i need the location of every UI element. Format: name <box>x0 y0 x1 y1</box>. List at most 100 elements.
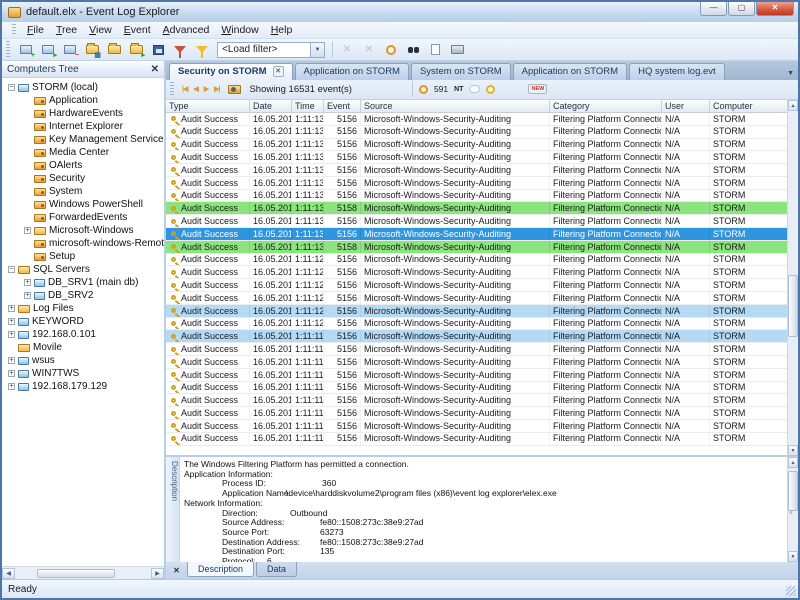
maximize-button[interactable]: ▢ <box>728 2 755 16</box>
column-header-type[interactable]: Type <box>166 100 250 112</box>
tree-item-sql-servers[interactable]: −SQL Servers <box>2 263 164 276</box>
tree-item-oalerts[interactable]: OAlerts <box>2 159 164 172</box>
tab-hq-system-log-evt[interactable]: HQ system log.evt <box>629 63 725 80</box>
last-event-button[interactable]: ▶| <box>211 85 222 93</box>
tree-expander-icon[interactable]: + <box>24 227 31 234</box>
tree-expander-icon[interactable]: + <box>8 305 15 312</box>
table-row[interactable]: Audit Success16.05.20121:11:135158Micros… <box>166 202 798 215</box>
table-row[interactable]: Audit Success16.05.20121:11:125156Micros… <box>166 305 798 318</box>
minimize-button[interactable]: — <box>700 2 727 16</box>
title-bar[interactable]: default.elx - Event Log Explorer — ▢ ✕ <box>2 2 798 22</box>
table-row[interactable]: Audit Success16.05.20121:11:135156Micros… <box>166 190 798 203</box>
tree-expander-icon[interactable]: − <box>8 84 15 91</box>
column-header-source[interactable]: Source <box>361 100 550 112</box>
tree-item-system[interactable]: System <box>2 185 164 198</box>
tree-item-security[interactable]: Security <box>2 172 164 185</box>
tree-item-movile[interactable]: Movile <box>2 341 164 354</box>
table-row[interactable]: Audit Success16.05.20121:11:115156Micros… <box>166 382 798 395</box>
column-header-date[interactable]: Date <box>250 100 292 112</box>
tab-list-dropdown-icon[interactable]: ▼ <box>787 70 794 77</box>
refresh-view-icon[interactable] <box>425 41 445 59</box>
tree-item-storm-local-[interactable]: −STORM (local) <box>2 81 164 94</box>
tree-item-key-management-service[interactable]: Key Management Service <box>2 133 164 146</box>
tree-item-microsoft-windows[interactable]: +Microsoft-Windows <box>2 224 164 237</box>
tree-item-microsoft-windows-remotedesktop[interactable]: microsoft-windows-RemoteDesktop <box>2 237 164 250</box>
tab-security-on-storm[interactable]: Security on STORM✕ <box>169 63 293 80</box>
vscroll-thumb[interactable] <box>788 275 798 337</box>
table-row[interactable]: Audit Success16.05.20121:11:125156Micros… <box>166 292 798 305</box>
bookmark-icon[interactable] <box>228 85 241 94</box>
tree-expander-icon[interactable]: + <box>8 318 15 325</box>
bottom-tab-description[interactable]: Description <box>187 562 254 577</box>
tree-expander-icon[interactable]: + <box>8 370 15 377</box>
desc-scroll-up-icon[interactable]: ▲ <box>788 457 798 468</box>
tree-item-media-center[interactable]: Media Center <box>2 146 164 159</box>
table-row[interactable]: Audit Success16.05.20121:11:135156Micros… <box>166 113 798 126</box>
add-log-computer-icon[interactable]: + <box>16 41 36 59</box>
column-header-category[interactable]: Category <box>550 100 662 112</box>
tab-close-icon[interactable]: ✕ <box>273 66 284 77</box>
prev-event-button[interactable]: ◀ <box>190 85 200 93</box>
table-row[interactable]: Audit Success16.05.20121:11:125156Micros… <box>166 279 798 292</box>
table-row[interactable]: Audit Success16.05.20121:11:135156Micros… <box>166 164 798 177</box>
load-filter-combobox[interactable]: <Load filter>▼ <box>217 42 325 58</box>
tree-item-db-srv2[interactable]: +DB_SRV2 <box>2 289 164 302</box>
hscroll-thumb[interactable] <box>37 569 115 578</box>
save-log-icon[interactable] <box>148 41 168 59</box>
tree-expander-icon[interactable]: + <box>24 292 31 299</box>
find-icon[interactable] <box>403 41 423 59</box>
clear-filter-icon[interactable] <box>170 41 190 59</box>
table-row[interactable]: Audit Success16.05.20121:11:115156Micros… <box>166 343 798 356</box>
grid-vscrollbar[interactable]: ▲ ▼ <box>787 100 798 456</box>
menu-item-file[interactable]: File <box>21 23 50 37</box>
close-button[interactable]: ✕ <box>756 2 794 16</box>
table-row[interactable]: Audit Success16.05.20121:11:125156Micros… <box>166 318 798 331</box>
table-row[interactable]: Audit Success16.05.20121:11:135156Micros… <box>166 151 798 164</box>
column-header-user[interactable]: User <box>662 100 710 112</box>
table-row[interactable]: Audit Success16.05.20121:11:115156Micros… <box>166 433 798 446</box>
table-row[interactable]: Audit Success16.05.20121:11:135156Micros… <box>166 215 798 228</box>
tree-expander-icon[interactable]: + <box>8 331 15 338</box>
table-row[interactable]: Audit Success16.05.20121:11:115156Micros… <box>166 356 798 369</box>
table-row[interactable]: Audit Success16.05.20121:11:125156Micros… <box>166 266 798 279</box>
table-row[interactable]: Audit Success16.05.20121:11:135156Micros… <box>166 126 798 139</box>
tree-item-keyword[interactable]: +KEYWORD <box>2 315 164 328</box>
bubble-icon[interactable] <box>469 85 480 93</box>
tree-hscrollbar[interactable]: ◀ ▶ <box>2 566 164 579</box>
clock-icon[interactable] <box>419 85 428 94</box>
menu-item-view[interactable]: View <box>83 23 118 37</box>
clock-plus-icon[interactable] <box>486 85 495 94</box>
next-event-button[interactable]: ▶ <box>201 85 211 93</box>
tab-application-on-storm[interactable]: Application on STORM <box>513 63 627 80</box>
tree-item-wsus[interactable]: +wsus <box>2 354 164 367</box>
tree-item-log-files[interactable]: +Log Files <box>2 302 164 315</box>
tree-item-192-168-0-101[interactable]: +192.168.0.101 <box>2 328 164 341</box>
tree-item-internet-explorer[interactable]: Internet Explorer <box>2 120 164 133</box>
resize-grip[interactable] <box>786 586 796 596</box>
open-log-file-icon[interactable]: ▦ <box>82 41 102 59</box>
tree-item-windows-powershell[interactable]: Windows PowerShell <box>2 198 164 211</box>
new-event-icon[interactable]: NEW <box>528 84 547 94</box>
scroll-right-icon[interactable]: ▶ <box>151 568 164 579</box>
table-row[interactable]: Audit Success16.05.20121:11:125156Micros… <box>166 254 798 267</box>
tree-item-win7tws[interactable]: +WIN7TWS <box>2 367 164 380</box>
scroll-down-icon[interactable]: ▼ <box>788 445 798 456</box>
column-header-time[interactable]: Time <box>292 100 324 112</box>
column-header-event[interactable]: Event <box>324 100 361 112</box>
menu-item-tree[interactable]: Tree <box>50 23 83 37</box>
combo-dropdown-icon[interactable]: ▼ <box>310 43 324 57</box>
print-icon[interactable] <box>447 41 467 59</box>
tab-application-on-storm[interactable]: Application on STORM <box>295 63 409 80</box>
time-correction-icon[interactable] <box>381 41 401 59</box>
tab-system-on-storm[interactable]: System on STORM <box>411 63 511 80</box>
menu-item-window[interactable]: Window <box>215 23 264 37</box>
refresh-log-icon[interactable]: ▸ <box>126 41 146 59</box>
tree-item-db-srv1-main-db-[interactable]: +DB_SRV1 (main db) <box>2 276 164 289</box>
bottom-panel-close-icon[interactable]: ✕ <box>170 564 183 577</box>
tree-expander-icon[interactable]: − <box>8 266 15 273</box>
table-row[interactable]: Audit Success16.05.20121:11:135158Micros… <box>166 241 798 254</box>
tree-item-forwardedevents[interactable]: ForwardedEvents <box>2 211 164 224</box>
first-event-button[interactable]: |◀ <box>179 85 190 93</box>
tree-item-192-168-179-129[interactable]: +192.168.179.129 <box>2 380 164 393</box>
tree-expander-icon[interactable]: + <box>24 279 31 286</box>
